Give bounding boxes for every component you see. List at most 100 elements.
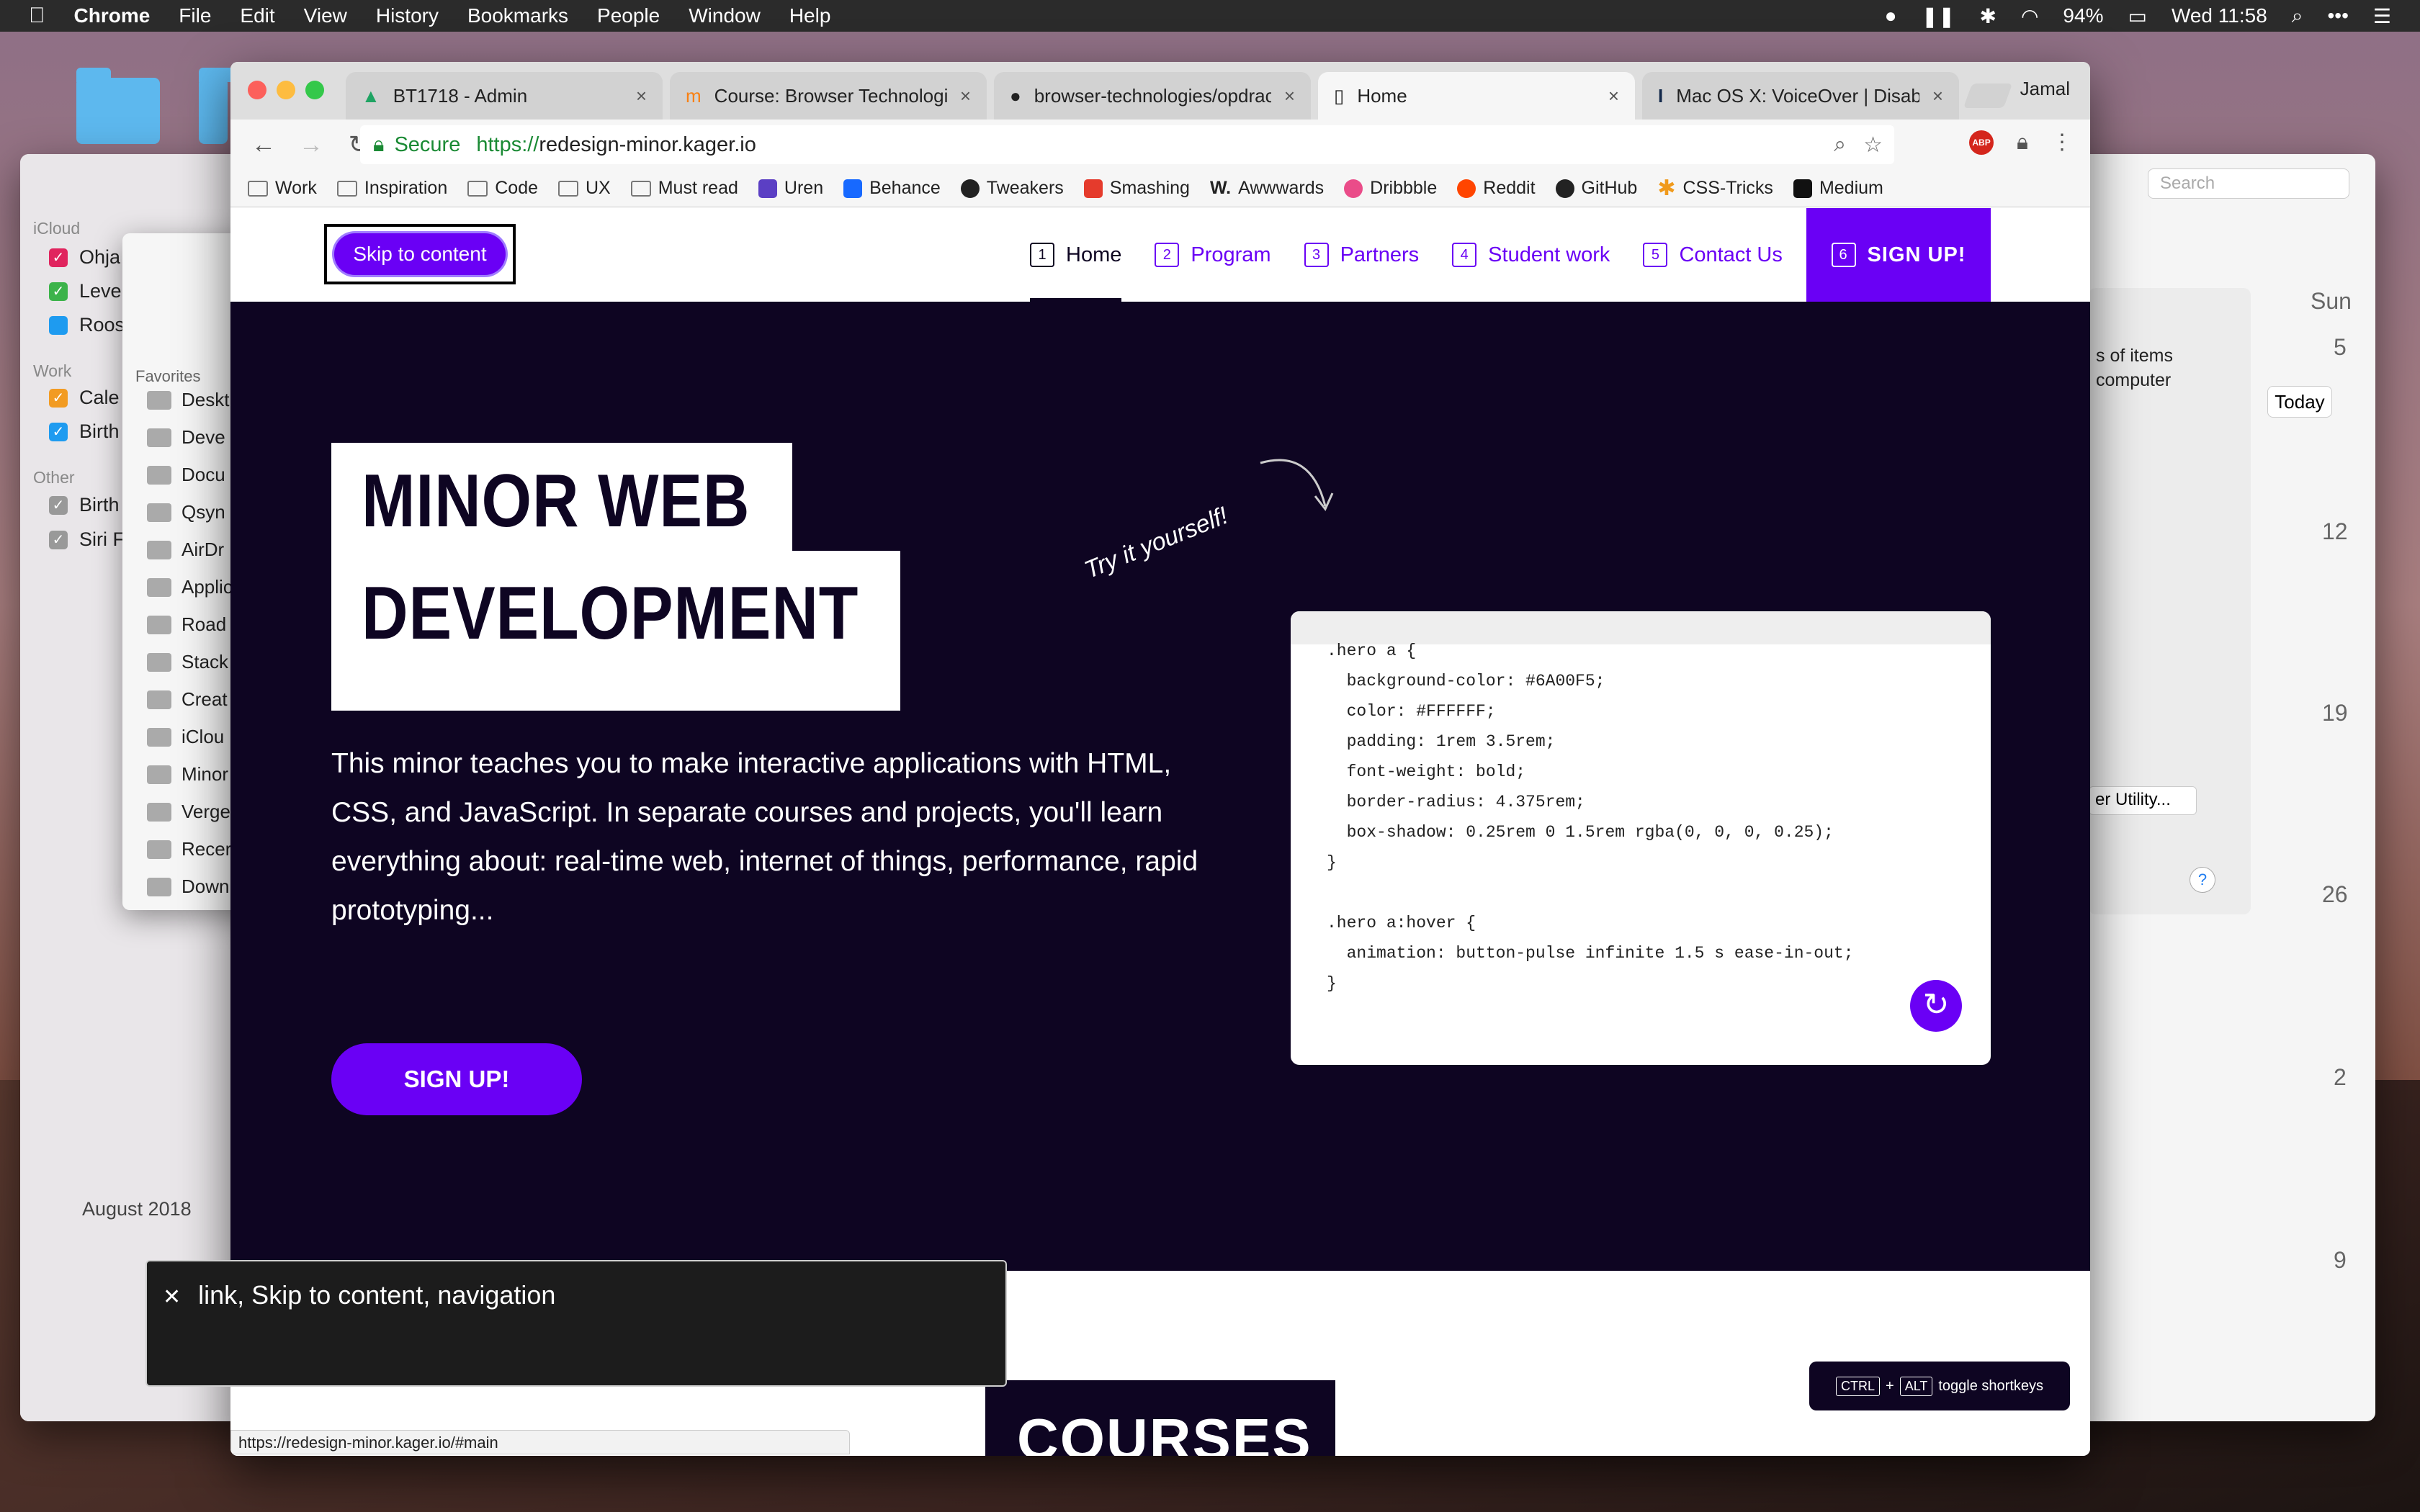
clock[interactable]: Wed 11:58 — [2172, 4, 2267, 27]
bookmark-code[interactable]: Code — [467, 178, 538, 199]
hero-signup-button[interactable]: SIGN UP! — [331, 1043, 582, 1115]
calendar-item[interactable]: ✓ Leve — [49, 280, 122, 302]
date-cell[interactable]: 2 — [2334, 1064, 2347, 1091]
date-cell[interactable]: 12 — [2322, 518, 2348, 545]
bookmark-inspiration[interactable]: Inspiration — [336, 178, 447, 199]
bookmark-behance[interactable]: Behance — [843, 178, 941, 199]
refresh-icon[interactable]: ↻ — [1910, 980, 1962, 1032]
finder-item[interactable]: Down — [147, 876, 229, 898]
tab-home[interactable]: ▯ Home × — [1318, 72, 1635, 120]
tab-course[interactable]: m Course: Browser Technologie × — [670, 72, 987, 120]
calendar-item[interactable]: ✓ Birth — [49, 494, 120, 516]
desktop-folder-icon[interactable] — [199, 68, 233, 144]
finder-item[interactable]: AirDr — [147, 539, 224, 561]
battery-icon[interactable]: ▭ — [2128, 4, 2146, 28]
finder-item[interactable]: Verge — [147, 801, 230, 823]
calendar-item[interactable]: ✓ Birth — [49, 420, 120, 443]
finder-item[interactable]: iClou — [147, 726, 224, 748]
finder-item[interactable]: Deskt — [147, 389, 229, 411]
tab-voiceover[interactable]: I Mac OS X: VoiceOver | Disabl × — [1642, 72, 1959, 120]
bluetooth-icon[interactable]: ✱ — [1980, 4, 1996, 28]
close-icon[interactable]: ✕ — [163, 1285, 181, 1309]
nav-student-work[interactable]: 4 Student work — [1452, 208, 1610, 302]
bookmark-tweakers[interactable]: Tweakers — [960, 178, 1064, 199]
pause-icon[interactable]: ❚❚ — [1922, 4, 1955, 28]
bookmark-ux[interactable]: UX — [558, 178, 611, 199]
finder-item[interactable]: Deve — [147, 426, 225, 449]
date-cell[interactable]: 19 — [2322, 700, 2348, 726]
minimize-window-icon[interactable] — [277, 81, 295, 99]
star-icon[interactable]: ☆ — [1863, 132, 1883, 158]
calendar-item[interactable]: Roos — [49, 314, 125, 336]
bookmark-uren[interactable]: Uren — [758, 178, 823, 199]
finder-item[interactable]: Road — [147, 613, 226, 636]
nav-partners[interactable]: 3 Partners — [1304, 208, 1419, 302]
close-window-icon[interactable] — [248, 81, 266, 99]
wifi-icon[interactable]: ◠ — [2021, 4, 2038, 28]
utility-button[interactable]: er Utility... — [2089, 786, 2197, 815]
date-cell[interactable]: 9 — [2334, 1247, 2347, 1274]
zoom-window-icon[interactable] — [305, 81, 324, 99]
help-button[interactable]: ? — [2190, 867, 2215, 893]
finder-item[interactable]: Minor — [147, 763, 228, 786]
address-bar[interactable]: 🔒︎ Secure https:// redesign-minor.kager.… — [360, 125, 1894, 164]
calendar-item[interactable]: ✓ Ohja — [49, 246, 120, 269]
bookmark-css-tricks[interactable]: ✱ CSS-Tricks — [1657, 176, 1773, 201]
status-circle-icon[interactable]: ● — [1885, 4, 1897, 27]
close-tab-icon[interactable]: × — [636, 85, 647, 107]
apple-icon[interactable]:  — [29, 4, 45, 28]
menu-help[interactable]: Help — [789, 4, 831, 27]
back-icon[interactable]: ← — [249, 131, 278, 159]
finder-item[interactable]: Recer — [147, 838, 231, 860]
tab-bt1718[interactable]: ▲ BT1718 - Admin × — [346, 72, 663, 120]
menu-history[interactable]: History — [376, 4, 439, 27]
lastpass-icon[interactable]: 🔒︎ — [2017, 130, 2028, 155]
calendar-item[interactable]: ✓ Cale — [49, 387, 120, 409]
menu-window[interactable]: Window — [689, 4, 761, 27]
menu-people[interactable]: People — [597, 4, 660, 27]
zoom-icon[interactable]: ⌕ — [1834, 132, 1846, 157]
finder-item[interactable]: Creat — [147, 688, 228, 711]
finder-item[interactable]: Stack — [147, 651, 228, 673]
menu-file[interactable]: File — [179, 4, 211, 27]
close-tab-icon[interactable]: × — [1932, 85, 1943, 107]
profile-name[interactable]: Jamal — [2020, 78, 2070, 100]
tab-github[interactable]: ● browser-technologies/opdrac × — [994, 72, 1311, 120]
toggle-shortkeys-badge[interactable]: CTRL + ALT toggle shortkeys — [1809, 1362, 2070, 1410]
menu-chrome[interactable]: Chrome — [74, 4, 151, 27]
finder-item[interactable]: Qsyn — [147, 501, 225, 523]
date-cell[interactable]: 26 — [2322, 881, 2348, 908]
calendar-search-input[interactable]: Search — [2148, 168, 2349, 199]
date-cell[interactable]: 5 — [2334, 334, 2347, 361]
finder-item[interactable]: Applic — [147, 576, 233, 598]
more-icon[interactable]: ••• — [2327, 4, 2348, 27]
spotlight-icon[interactable]: ⌕ — [2292, 4, 2303, 28]
calendar-item[interactable]: ✓ Siri F — [49, 528, 125, 551]
close-tab-icon[interactable]: × — [960, 85, 971, 107]
desktop-folder-icon[interactable] — [76, 68, 160, 144]
close-tab-icon[interactable]: × — [1284, 85, 1295, 107]
bookmark-medium[interactable]: Medium — [1793, 178, 1883, 199]
menu-edit[interactable]: Edit — [240, 4, 274, 27]
skip-to-content-link[interactable]: Skip to content — [334, 233, 506, 275]
battery-percent[interactable]: 94% — [2063, 4, 2103, 27]
today-button[interactable]: Today — [2267, 386, 2332, 418]
nav-program[interactable]: 2 Program — [1155, 208, 1271, 302]
adblock-icon[interactable]: ABP — [1969, 130, 1994, 155]
finder-item[interactable]: Docu — [147, 464, 225, 486]
menu-bookmarks[interactable]: Bookmarks — [467, 4, 568, 27]
new-tab-button[interactable] — [1963, 84, 2013, 108]
bookmark-smashing[interactable]: Smashing — [1083, 178, 1190, 199]
bookmark-must-read[interactable]: Must read — [630, 178, 738, 199]
nav-home[interactable]: 1 Home — [1030, 208, 1122, 302]
chrome-menu-icon[interactable]: ⋮ — [2051, 130, 2073, 155]
bookmark-dribbble[interactable]: Dribbble — [1344, 178, 1437, 199]
menu-view[interactable]: View — [304, 4, 347, 27]
bookmark-awwwards[interactable]: W. Awwwards — [1210, 178, 1324, 199]
nav-contact[interactable]: 5 Contact Us — [1643, 208, 1783, 302]
bookmark-work[interactable]: Work — [248, 178, 317, 199]
notification-center-icon[interactable]: ☰ — [2373, 4, 2391, 28]
forward-icon[interactable]: → — [297, 131, 326, 159]
close-tab-icon[interactable]: × — [1608, 85, 1619, 107]
bookmark-github[interactable]: GitHub — [1555, 178, 1637, 199]
